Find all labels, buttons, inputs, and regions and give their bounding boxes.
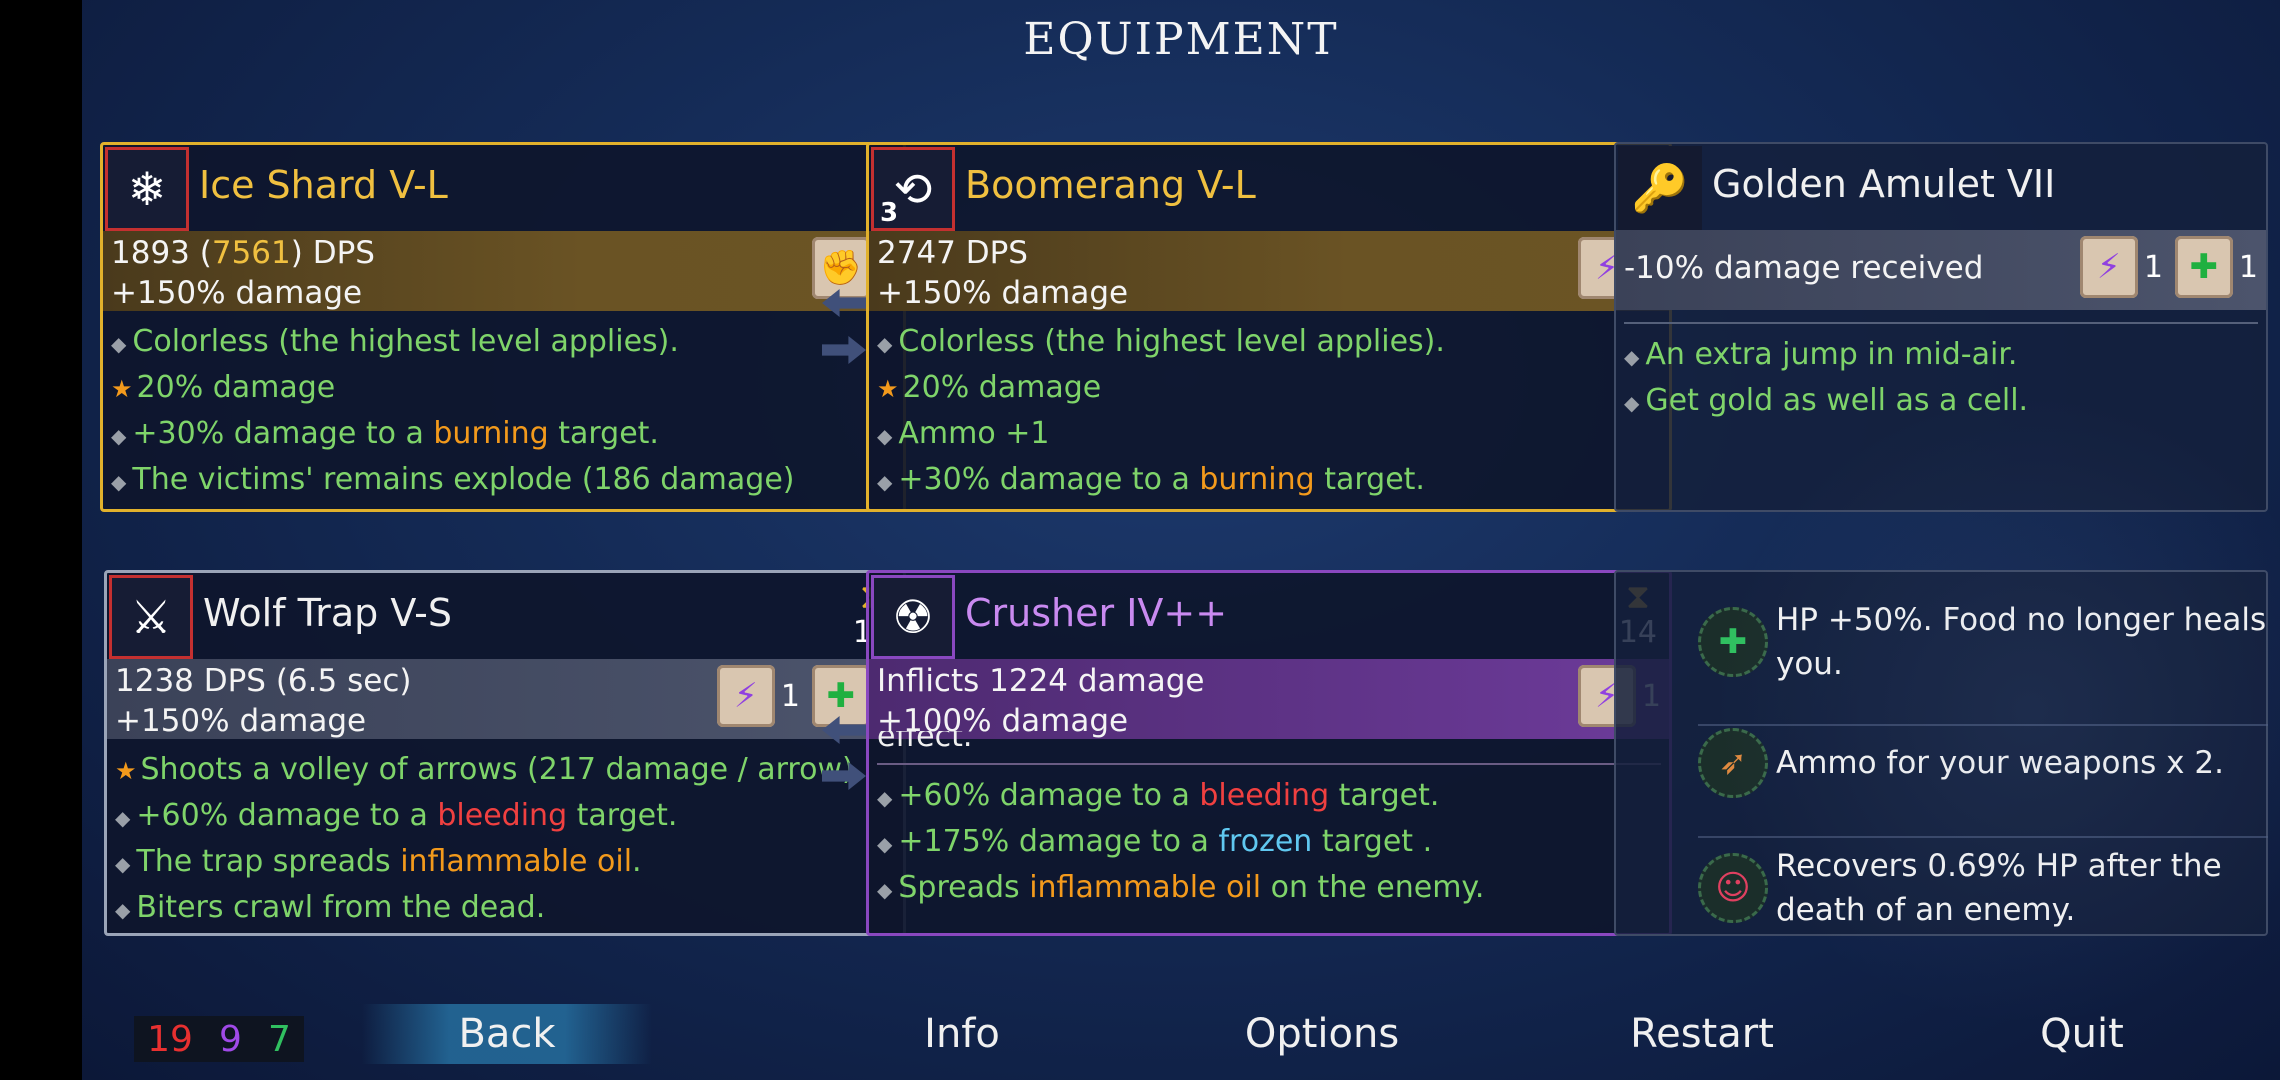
amulet-icon: 🔑 <box>1618 146 1702 230</box>
affix-list: ◆ Colorless (the highest level applies). … <box>877 319 1661 503</box>
item-name: Crusher IV++ <box>965 591 1228 635</box>
scroll-tactics: ⚡1 <box>2079 236 2163 298</box>
affix: ◆ Colorless (the highest level applies). <box>111 324 679 359</box>
stat-band: 1238 DPS (6.5 sec) +150% damage ⚡1 ✚1 <box>107 659 903 739</box>
card-header: ❄ Ice Shard V-L <box>103 145 903 231</box>
divider <box>1624 322 2258 324</box>
affix: ◆ +175% damage to a frozen target . <box>877 824 1433 859</box>
back-button[interactable]: Back <box>362 1004 652 1064</box>
options-button[interactable]: Options <box>1192 1004 1452 1064</box>
stat-band: Inflicts 1224 damage +100% damage ⚡1 <box>869 659 1669 739</box>
item-name: Ice Shard V-L <box>199 163 448 207</box>
skill-card-crusher[interactable]: ☢ Crusher IV++ ⧗14 Inflicts 1224 damage … <box>866 570 1672 936</box>
ice-shard-icon: ❄ <box>105 147 189 231</box>
affix: ◆ +60% damage to a bleeding target. <box>877 778 1440 813</box>
affix-list: ★ Shoots a volley of arrows (217 damage /… <box>115 747 895 931</box>
divider <box>877 763 1661 765</box>
brutality-count: 19 <box>147 1018 193 1060</box>
affix-list: effect. ◆ +60% damage to a bleeding targe… <box>877 731 1661 911</box>
affix-list: ◆ Colorless (the highest level applies). … <box>111 319 895 503</box>
affix: ◆ An extra jump in mid-air. <box>1624 337 2018 372</box>
card-header: ☢ Crusher IV++ ⧗14 <box>869 573 1669 659</box>
skill-card-wolf-trap[interactable]: ⚔ Wolf Trap V-S ⧗14 1238 DPS (6.5 sec) +… <box>104 570 906 936</box>
crusher-icon: ☢ <box>871 575 955 659</box>
tactics-count: 9 <box>219 1018 242 1060</box>
mutation-text: Ammo for your weapons x 2. <box>1776 745 2224 781</box>
damage-value: Inflicts 1224 damage <box>877 663 1205 699</box>
mutation-row[interactable]: ☺ Recovers 0.69% HP after the death of a… <box>1698 836 2268 932</box>
damage-bonus: +150% damage <box>877 275 1129 311</box>
bottom-menu: 19 9 7 Back Info Options Restart Quit <box>82 984 2280 1080</box>
stat-band: 1893 (7561) DPS +150% damage ✊1 <box>103 231 903 311</box>
mutation-row[interactable]: ✚ HP +50%. Food no longer heals you. <box>1698 598 2268 686</box>
item-name: Wolf Trap V-S <box>203 591 452 635</box>
mutation-hp-icon: ✚ <box>1698 607 1768 677</box>
affix: ◆ The victims' remains explode (186 damag… <box>111 462 795 497</box>
boomerang-icon: ⟲ 3 <box>871 147 955 231</box>
dps-value: 2747 DPS <box>877 235 1028 271</box>
info-button[interactable]: Info <box>842 1004 1082 1064</box>
item-name: Boomerang V-L <box>965 163 1256 207</box>
survival-scroll-icon: ✚ <box>811 665 870 727</box>
weapon-card-ice-shard[interactable]: ❄ Ice Shard V-L 1893 (7561) DPS +150% da… <box>100 142 906 512</box>
game-screen: EQUIPMENT ❄ Ice Shard V-L 1893 (7561) DP… <box>82 0 2280 1080</box>
mutation-row[interactable]: ➶ Ammo for your weapons x 2. <box>1698 724 2268 798</box>
quit-button[interactable]: Quit <box>1982 1004 2182 1064</box>
affix: ★ 20% damage <box>877 370 1102 405</box>
affix: ◆ Spreads inflammable oil on the enemy. <box>877 870 1485 905</box>
mutation-text: HP +50%. Food no longer heals you. <box>1776 602 2267 682</box>
brutality-scroll-icon: ✊ <box>811 237 870 299</box>
card-header: 🔑 Golden Amulet VII <box>1616 144 2266 230</box>
affix: ◆ Ammo +1 <box>877 416 1050 451</box>
stat-band: -10% damage received ⚡ 1 ✚ 1 <box>1616 230 2266 310</box>
affix: ◆ +30% damage to a burning target. <box>877 462 1425 497</box>
scroll-counts: ⚡1 ✚1 <box>2079 236 2258 298</box>
dps-value: 1893 (7561) DPS <box>111 235 375 271</box>
mutation-text: Recovers 0.69% HP after the death of an … <box>1776 848 2222 928</box>
card-header: ⚔ Wolf Trap V-S ⧗14 <box>107 573 903 659</box>
tactics-scroll-icon: ⚡ <box>2079 236 2138 298</box>
affix: ◆ +30% damage to a burning target. <box>111 416 659 451</box>
mutation-ammo-icon: ➶ <box>1698 728 1768 798</box>
page-title: EQUIPMENT <box>1023 14 1339 65</box>
damage-bonus: +150% damage <box>115 703 367 739</box>
weapon-card-boomerang[interactable]: ⟲ 3 Boomerang V-L 2747 DPS +150% damage ⚡… <box>866 142 1672 512</box>
stat-counters: 19 9 7 <box>134 1016 304 1062</box>
affix: ◆ Biters crawl from the dead. <box>115 890 546 925</box>
mutation-recovery-icon: ☺ <box>1698 853 1768 923</box>
item-name: Golden Amulet VII <box>1712 162 2056 206</box>
affix: ◆ The trap spreads inflammable oil. <box>115 844 642 879</box>
amulet-card[interactable]: 🔑 Golden Amulet VII -10% damage received… <box>1614 142 2268 512</box>
survival-count: 7 <box>268 1018 291 1060</box>
restart-button[interactable]: Restart <box>1572 1004 1832 1064</box>
stat-band: 2747 DPS +150% damage ⚡1 <box>869 231 1669 311</box>
affix-list: ◆ An extra jump in mid-air. ◆ Get gold as … <box>1624 322 2258 424</box>
clipped-text: effect. <box>877 731 973 754</box>
affix: ◆ +60% damage to a bleeding target. <box>115 798 678 833</box>
scroll-survival: ✚1 <box>2174 236 2258 298</box>
affix: ★ Shoots a volley of arrows (217 damage /… <box>115 752 854 787</box>
wolf-trap-icon: ⚔ <box>109 575 193 659</box>
tactics-scroll-icon: ⚡ <box>716 665 775 727</box>
damage-received: -10% damage received <box>1624 250 1984 286</box>
affix: ◆ Get gold as well as a cell. <box>1624 383 2029 418</box>
dps-value: 1238 DPS (6.5 sec) <box>115 663 412 699</box>
affix: ★ 20% damage <box>111 370 336 405</box>
survival-scroll-icon: ✚ <box>2174 236 2233 298</box>
affix: ◆ Colorless (the highest level applies). <box>877 324 1445 359</box>
card-header: ⟲ 3 Boomerang V-L <box>869 145 1669 231</box>
damage-bonus: +150% damage <box>111 275 363 311</box>
scroll-tactics: ⚡1 <box>716 665 800 727</box>
